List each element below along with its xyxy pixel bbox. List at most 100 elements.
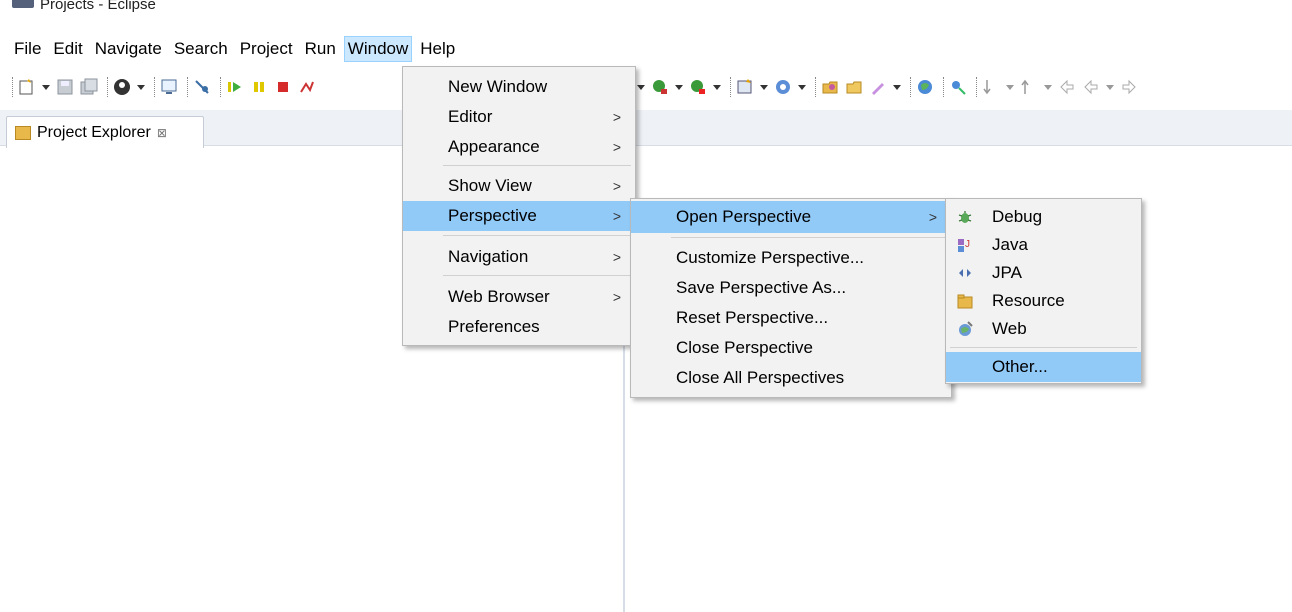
menu-file[interactable]: File — [10, 36, 45, 62]
title-bar: Projects - Eclipse — [0, 0, 1292, 34]
prev-annotation-icon[interactable] — [1019, 77, 1039, 97]
menu-item-resource[interactable]: Resource — [946, 287, 1141, 315]
menu-item-other[interactable]: Other... — [946, 352, 1141, 382]
toolbar-separator — [107, 77, 108, 97]
run-config-icon[interactable] — [688, 77, 708, 97]
toolbar-separator — [12, 77, 13, 97]
menu-item-new-window[interactable]: New Window — [403, 73, 635, 101]
dropdown-arrow-icon[interactable] — [712, 77, 722, 97]
pencil-icon[interactable] — [868, 77, 888, 97]
menu-item-java[interactable]: J Java — [946, 231, 1141, 259]
back-icon[interactable] — [1081, 77, 1101, 97]
open-type-icon[interactable] — [820, 77, 840, 97]
menu-item-label: Customize Perspective... — [676, 248, 865, 267]
menu-item-label: Reset Perspective... — [676, 308, 829, 327]
menu-run[interactable]: Run — [301, 36, 340, 62]
forward-icon[interactable] — [1119, 77, 1139, 97]
menu-item-label: Close All Perspectives — [676, 368, 845, 387]
toolbar-separator — [815, 77, 816, 97]
menu-item-label: Web — [992, 319, 1027, 338]
last-edit-icon[interactable] — [1057, 77, 1077, 97]
chevron-right-icon: > — [612, 178, 621, 194]
open-folder-icon[interactable] — [844, 77, 864, 97]
menu-item-label: Open Perspective — [676, 207, 812, 226]
menu-separator — [443, 275, 631, 276]
menu-item-open-perspective[interactable]: Open Perspective > — [631, 201, 951, 233]
toolbar-separator — [187, 77, 188, 97]
menu-separator — [443, 235, 631, 236]
resume-icon[interactable] — [225, 77, 245, 97]
disconnect-icon[interactable] — [297, 77, 317, 97]
dropdown-arrow-icon[interactable] — [1105, 77, 1115, 97]
menu-item-debug[interactable]: Debug — [946, 203, 1141, 231]
close-icon[interactable]: ⊠ — [157, 126, 167, 140]
dropdown-arrow-icon[interactable] — [636, 77, 646, 97]
menu-navigate[interactable]: Navigate — [91, 36, 166, 62]
menu-item-label: Resource — [992, 291, 1065, 310]
menu-item-label: Other... — [992, 357, 1048, 376]
search-people-icon[interactable] — [948, 77, 968, 97]
menu-item-label: Show View — [448, 176, 532, 195]
dropdown-arrow-icon[interactable] — [797, 77, 807, 97]
skip-breakpoints-icon[interactable] — [192, 77, 212, 97]
menu-item-label: Java — [992, 235, 1028, 254]
dropdown-arrow-icon[interactable] — [892, 77, 902, 97]
toolbar-separator — [220, 77, 221, 97]
menu-item-close-perspective[interactable]: Close Perspective — [631, 334, 951, 362]
menu-item-reset-perspective[interactable]: Reset Perspective... — [631, 304, 951, 332]
menu-item-label: Close Perspective — [676, 338, 814, 357]
menu-project[interactable]: Project — [236, 36, 297, 62]
console-icon[interactable] — [159, 77, 179, 97]
save-all-icon[interactable] — [79, 77, 99, 97]
menu-window[interactable]: Window — [343, 36, 413, 62]
menu-item-label: Navigation — [448, 247, 529, 266]
menu-item-editor[interactable]: Editor > — [403, 103, 635, 131]
toolbar-separator — [943, 77, 944, 97]
menu-search[interactable]: Search — [170, 36, 232, 62]
menu-item-jpa[interactable]: JPA — [946, 259, 1141, 287]
run-icon[interactable] — [650, 77, 670, 97]
menu-item-show-view[interactable]: Show View > — [403, 172, 635, 200]
menu-item-label: JPA — [992, 263, 1022, 282]
dropdown-arrow-icon[interactable] — [136, 77, 146, 97]
chevron-right-icon: > — [612, 109, 621, 125]
suspend-icon[interactable] — [249, 77, 269, 97]
menu-item-close-all-perspectives[interactable]: Close All Perspectives — [631, 364, 951, 392]
menu-help[interactable]: Help — [416, 36, 459, 62]
chevron-right-icon: > — [612, 139, 621, 155]
dropdown-arrow-icon[interactable] — [759, 77, 769, 97]
new-wizard-icon[interactable] — [17, 77, 37, 97]
menu-item-label: Editor — [448, 107, 493, 126]
web-icon — [956, 320, 974, 338]
tab-project-explorer[interactable]: Project Explorer ⊠ — [6, 116, 204, 148]
save-icon[interactable] — [55, 77, 75, 97]
toolbar-separator — [154, 77, 155, 97]
menu-item-web[interactable]: Web — [946, 315, 1141, 343]
dropdown-arrow-icon[interactable] — [1005, 77, 1015, 97]
dropdown-arrow-icon[interactable] — [1043, 77, 1053, 97]
menu-item-navigation[interactable]: Navigation > — [403, 243, 635, 271]
globe-icon[interactable] — [915, 77, 935, 97]
menu-item-customize-perspective[interactable]: Customize Perspective... — [631, 244, 951, 272]
chevron-right-icon: > — [612, 249, 621, 265]
dropdown-arrow-icon[interactable] — [41, 77, 51, 97]
user-icon[interactable] — [112, 77, 132, 97]
menu-edit[interactable]: Edit — [49, 36, 86, 62]
chevron-right-icon: > — [928, 209, 937, 225]
menu-item-save-perspective-as[interactable]: Save Perspective As... — [631, 274, 951, 302]
menu-item-web-browser[interactable]: Web Browser > — [403, 283, 635, 311]
web-service-icon[interactable] — [773, 77, 793, 97]
terminate-icon[interactable] — [273, 77, 293, 97]
chevron-right-icon: > — [612, 289, 621, 305]
menu-item-appearance[interactable]: Appearance > — [403, 133, 635, 161]
menu-item-label: Appearance — [448, 137, 540, 156]
menu-item-preferences[interactable]: Preferences — [403, 313, 635, 341]
menu-item-label: Debug — [992, 207, 1043, 226]
menu-item-perspective[interactable]: Perspective > — [403, 201, 635, 231]
next-annotation-icon[interactable] — [981, 77, 1001, 97]
new-server-icon[interactable] — [735, 77, 755, 97]
menu-item-label: Perspective — [448, 206, 537, 225]
toolbar-separator — [910, 77, 911, 97]
menu-item-label: Web Browser — [448, 287, 550, 306]
dropdown-arrow-icon[interactable] — [674, 77, 684, 97]
